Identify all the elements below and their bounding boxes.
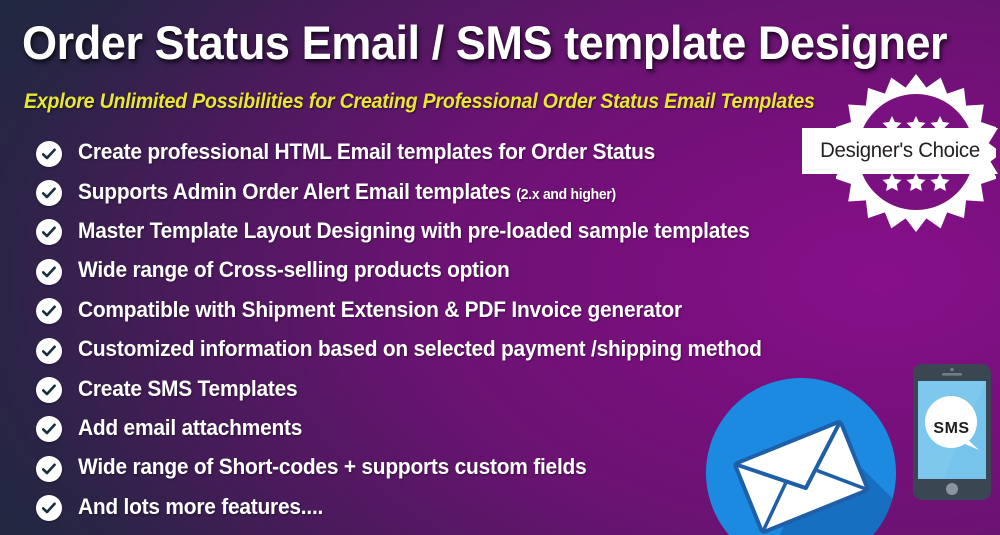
envelope-icon [706,378,896,535]
award-badge-icon: Designer's Choice [802,72,998,232]
feature-label: Master Template Layout Designing with pr… [78,217,750,243]
feature-label: Wide range of Cross-selling products opt… [78,257,510,283]
feature-label: Supports Admin Order Alert Email templat… [78,178,616,204]
check-circle-icon [36,455,62,482]
check-circle-icon [36,140,62,167]
feature-label: Customized information based on selected… [78,336,762,362]
check-circle-icon [36,298,62,325]
check-circle-icon [36,416,62,443]
feature-label: Create SMS Templates [78,375,298,401]
sms-phone-icon: SMS [913,364,991,500]
feature-label: Wide range of Short-codes + supports cus… [78,454,587,480]
list-item: Compatible with Shipment Extension & PDF… [36,292,856,331]
list-item: Master Template Layout Designing with pr… [36,213,856,252]
check-circle-icon [36,180,62,207]
list-item: Supports Admin Order Alert Email templat… [36,173,856,212]
check-circle-icon [36,219,62,246]
banner-subtitle: Explore Unlimited Possibilities for Crea… [24,90,815,113]
badge-ribbon: Designer's Choice [802,128,1000,174]
list-item: Create professional HTML Email templates… [36,134,856,173]
feature-label: Compatible with Shipment Extension & PDF… [78,296,682,322]
check-circle-icon [36,495,62,522]
feature-label: Add email attachments [78,414,303,440]
feature-label: Create professional HTML Email templates… [78,139,656,165]
promo-banner: Order Status Email / SMS template Design… [0,0,1000,535]
badge-ribbon-label: Designer's Choice [820,139,980,162]
check-circle-icon [36,337,62,364]
feature-note: (2.x and higher) [516,185,616,203]
check-circle-icon [36,258,62,285]
check-circle-icon [36,377,62,404]
list-item: Customized information based on selected… [36,331,856,370]
banner-title: Order Status Email / SMS template Design… [22,16,948,69]
list-item: Wide range of Cross-selling products opt… [36,252,856,291]
feature-label: And lots more features.... [78,493,324,519]
